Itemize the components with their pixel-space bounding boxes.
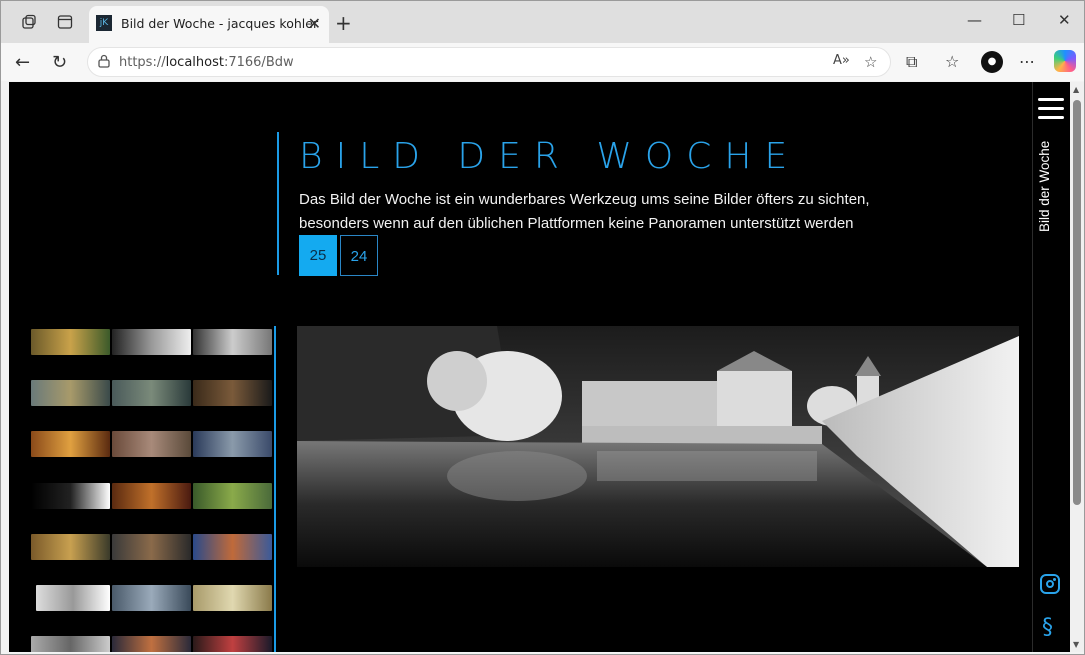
favorite-star-icon[interactable]: ☆ bbox=[864, 53, 877, 71]
year-button-24[interactable]: 24 bbox=[340, 235, 378, 276]
year-button-25[interactable]: 25 bbox=[299, 235, 337, 276]
thumbnail[interactable] bbox=[31, 329, 110, 355]
sidebar-label: Bild der Woche bbox=[1037, 140, 1052, 232]
site-favicon: jK bbox=[96, 15, 112, 31]
thumbnail[interactable] bbox=[112, 636, 191, 652]
lock-icon bbox=[98, 54, 110, 68]
paragraph-icon[interactable]: § bbox=[1042, 615, 1053, 640]
featured-photo-image bbox=[297, 326, 1019, 567]
thumbnail[interactable] bbox=[112, 534, 191, 560]
close-tab-icon[interactable]: ✕ bbox=[308, 14, 321, 33]
refresh-icon[interactable]: ↻ bbox=[52, 52, 67, 73]
thumbnail[interactable] bbox=[31, 534, 110, 560]
page-title: BILD DER WOCHE bbox=[299, 136, 801, 177]
thumbnail[interactable] bbox=[112, 380, 191, 406]
browser-window: jK Bild der Woche - jacques kohler ✕ + —… bbox=[0, 0, 1085, 655]
thumbnail[interactable] bbox=[193, 329, 272, 355]
thumbnail[interactable] bbox=[193, 483, 272, 509]
thumbnail[interactable] bbox=[31, 380, 110, 406]
extensions-icon[interactable]: ⧉ bbox=[906, 52, 917, 72]
maximize-icon[interactable]: ☐ bbox=[1012, 11, 1025, 29]
right-sidebar: Bild der Woche § bbox=[1032, 82, 1070, 652]
scroll-down-icon[interactable]: ▼ bbox=[1073, 640, 1079, 649]
featured-photo[interactable] bbox=[297, 326, 1019, 567]
minimize-icon[interactable]: — bbox=[967, 11, 982, 29]
thumbnail-grid bbox=[31, 326, 275, 652]
copilot-icon[interactable] bbox=[1054, 50, 1076, 72]
tab-actions-icon[interactable] bbox=[54, 11, 76, 33]
new-tab-icon[interactable]: + bbox=[335, 11, 352, 35]
favorites-icon[interactable]: ☆ bbox=[945, 52, 959, 71]
browser-toolbar: ← ↻ https://localhost:7166/Bdw A» ☆ ⧉ ☆ … bbox=[1, 43, 1084, 81]
thumbnail-divider bbox=[274, 326, 276, 652]
profile-avatar[interactable]: ● bbox=[981, 51, 1003, 73]
tab-strip: jK Bild der Woche - jacques kohler ✕ + —… bbox=[1, 1, 1084, 43]
thumbnail[interactable] bbox=[112, 431, 191, 457]
scroll-up-icon[interactable]: ▲ bbox=[1073, 85, 1079, 94]
workspaces-icon[interactable] bbox=[18, 11, 40, 33]
thumbnail[interactable] bbox=[31, 431, 110, 457]
thumbnail[interactable] bbox=[193, 380, 272, 406]
page-content: BILD DER WOCHE Das Bild der Woche ist ei… bbox=[9, 82, 1070, 652]
close-window-icon[interactable]: ✕ bbox=[1058, 11, 1071, 29]
tab-title: Bild der Woche - jacques kohler bbox=[121, 16, 319, 31]
thumbnail[interactable] bbox=[193, 636, 272, 652]
url-text: https://localhost:7166/Bdw bbox=[119, 55, 294, 70]
read-aloud-icon[interactable]: A» bbox=[833, 53, 850, 68]
page-scrollbar[interactable]: ▲ ▼ bbox=[1070, 82, 1084, 652]
thumbnail[interactable] bbox=[112, 483, 191, 509]
thumbnail[interactable] bbox=[31, 483, 110, 509]
thumbnail[interactable] bbox=[112, 585, 191, 611]
thumbnail[interactable] bbox=[193, 534, 272, 560]
scrollbar-thumb[interactable] bbox=[1073, 100, 1081, 505]
more-options-icon[interactable]: ⋯ bbox=[1019, 52, 1035, 71]
address-bar[interactable]: https://localhost:7166/Bdw A» ☆ bbox=[87, 47, 891, 77]
hamburger-icon[interactable] bbox=[1038, 98, 1064, 120]
thumbnail[interactable] bbox=[193, 431, 272, 457]
thumbnail[interactable] bbox=[36, 585, 110, 611]
thumbnail[interactable] bbox=[31, 636, 110, 652]
thumbnail[interactable] bbox=[193, 585, 272, 611]
page-description: Das Bild der Woche ist ein wunderbares W… bbox=[299, 191, 870, 232]
tab-active[interactable]: jK Bild der Woche - jacques kohler ✕ bbox=[89, 6, 329, 43]
page-header: BILD DER WOCHE Das Bild der Woche ist ei… bbox=[277, 132, 917, 276]
instagram-icon[interactable] bbox=[1040, 574, 1060, 594]
back-icon[interactable]: ← bbox=[15, 52, 30, 73]
thumbnail[interactable] bbox=[112, 329, 191, 355]
